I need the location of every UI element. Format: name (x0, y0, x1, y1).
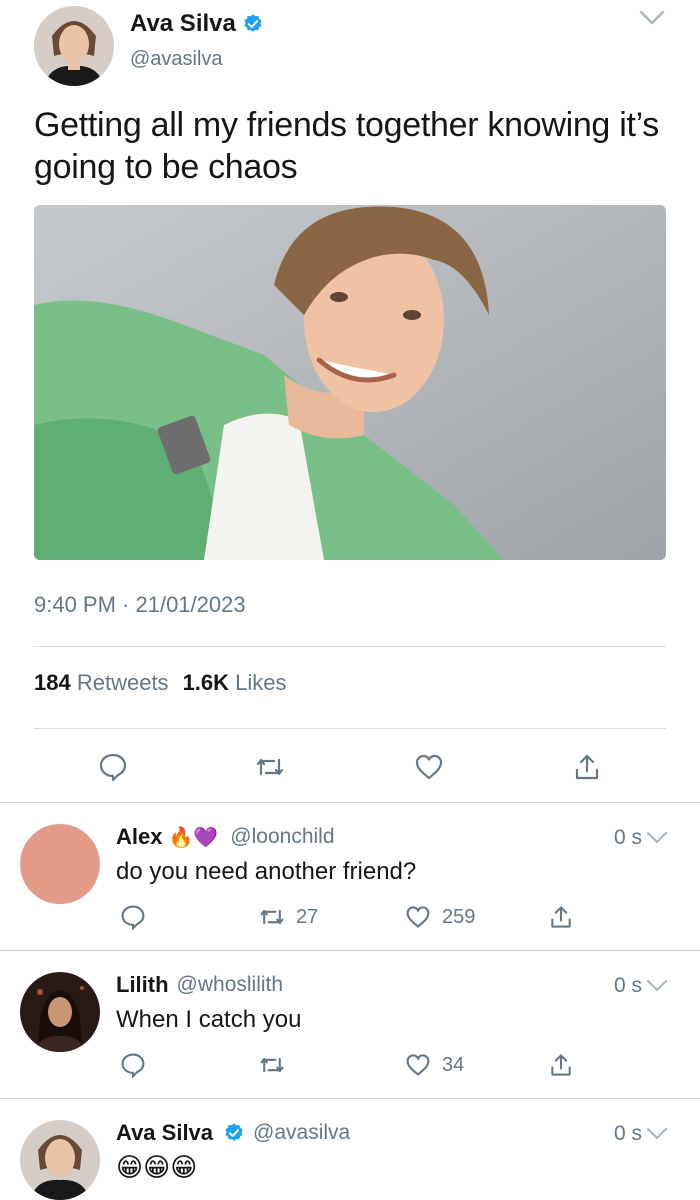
tweet-text: Getting all my friends together knowing … (34, 106, 659, 186)
like-action[interactable]: 259 (404, 904, 475, 930)
reply-time: 0 s (614, 1122, 643, 1145)
like-action[interactable]: 34 (404, 1052, 464, 1078)
share-icon[interactable] (548, 1052, 574, 1078)
reply-author-handle[interactable]: @whoslilith (177, 973, 284, 997)
author-name[interactable]: Ava Silva (130, 10, 236, 38)
chevron-down-icon[interactable] (638, 8, 666, 28)
reply-author-name[interactable]: Lilith (116, 972, 169, 998)
like-count: 259 (442, 905, 476, 928)
section-divider (0, 1098, 700, 1099)
reply-icon[interactable] (98, 752, 128, 782)
verified-badge-icon (242, 13, 264, 35)
heart-icon[interactable] (404, 1052, 432, 1078)
author-name-row[interactable]: Ava Silva (130, 10, 264, 38)
share-icon[interactable] (572, 752, 602, 782)
reply-header: Alex 🔥💜 @loonchild (116, 824, 335, 850)
retweet-stat[interactable]: 184 Retweets (34, 670, 169, 696)
tweet-timestamp[interactable]: 9:40 PM · 21/01/2023 (34, 592, 246, 618)
reply-time: 0 s (614, 826, 643, 849)
retweet-action[interactable]: 27 (258, 904, 318, 930)
retweet-icon[interactable] (258, 904, 286, 930)
reply-header: Lilith @whoslilith (116, 972, 283, 998)
retweet-count: 27 (296, 905, 319, 928)
share-icon[interactable] (548, 904, 574, 930)
retweet-icon[interactable] (254, 752, 284, 782)
heart-icon[interactable] (414, 752, 444, 782)
reply-time: 0 s (614, 974, 643, 997)
reply-avatar[interactable] (20, 1120, 100, 1200)
section-divider (0, 950, 700, 951)
author-handle[interactable]: @avasilva (130, 48, 223, 71)
reply-avatar[interactable] (20, 824, 100, 904)
divider (34, 646, 666, 647)
section-divider (0, 802, 700, 803)
reply-time-row[interactable]: 0 s (614, 1122, 668, 1146)
reply-text: do you need another friend? (116, 858, 417, 885)
chevron-down-icon[interactable] (646, 1127, 668, 1141)
reply-time-row[interactable]: 0 s (614, 974, 668, 998)
verified-badge-icon (223, 1122, 245, 1144)
reply-author-emojis: 🔥💜 (168, 826, 219, 849)
reply-header: Ava Silva @avasilva (116, 1120, 350, 1146)
heart-icon[interactable] (404, 904, 432, 930)
reply-icon[interactable] (120, 904, 146, 931)
tweet-photo[interactable] (34, 205, 666, 560)
reply-time-row[interactable]: 0 s (614, 826, 668, 850)
like-stat[interactable]: 1.6K Likes (183, 670, 287, 696)
reply-author-name[interactable]: Ava Silva (116, 1120, 213, 1146)
chevron-down-icon[interactable] (646, 831, 668, 845)
reply-icon[interactable] (120, 1052, 146, 1079)
reply-avatar[interactable] (20, 972, 100, 1052)
author-avatar[interactable] (34, 6, 114, 86)
like-count: 34 (442, 1053, 465, 1076)
chevron-down-icon[interactable] (646, 979, 668, 993)
reply-text: 😁😁😁 (116, 1152, 198, 1182)
divider (34, 728, 666, 729)
reply-author-name[interactable]: Alex (116, 824, 162, 850)
reply-text: When I catch you (116, 1006, 302, 1033)
reply-author-handle[interactable]: @loonchild (230, 825, 334, 849)
retweet-icon[interactable] (258, 1052, 284, 1078)
tweet-stats: 184 Retweets 1.6K Likes (34, 670, 287, 696)
reply-author-handle[interactable]: @avasilva (253, 1121, 350, 1145)
